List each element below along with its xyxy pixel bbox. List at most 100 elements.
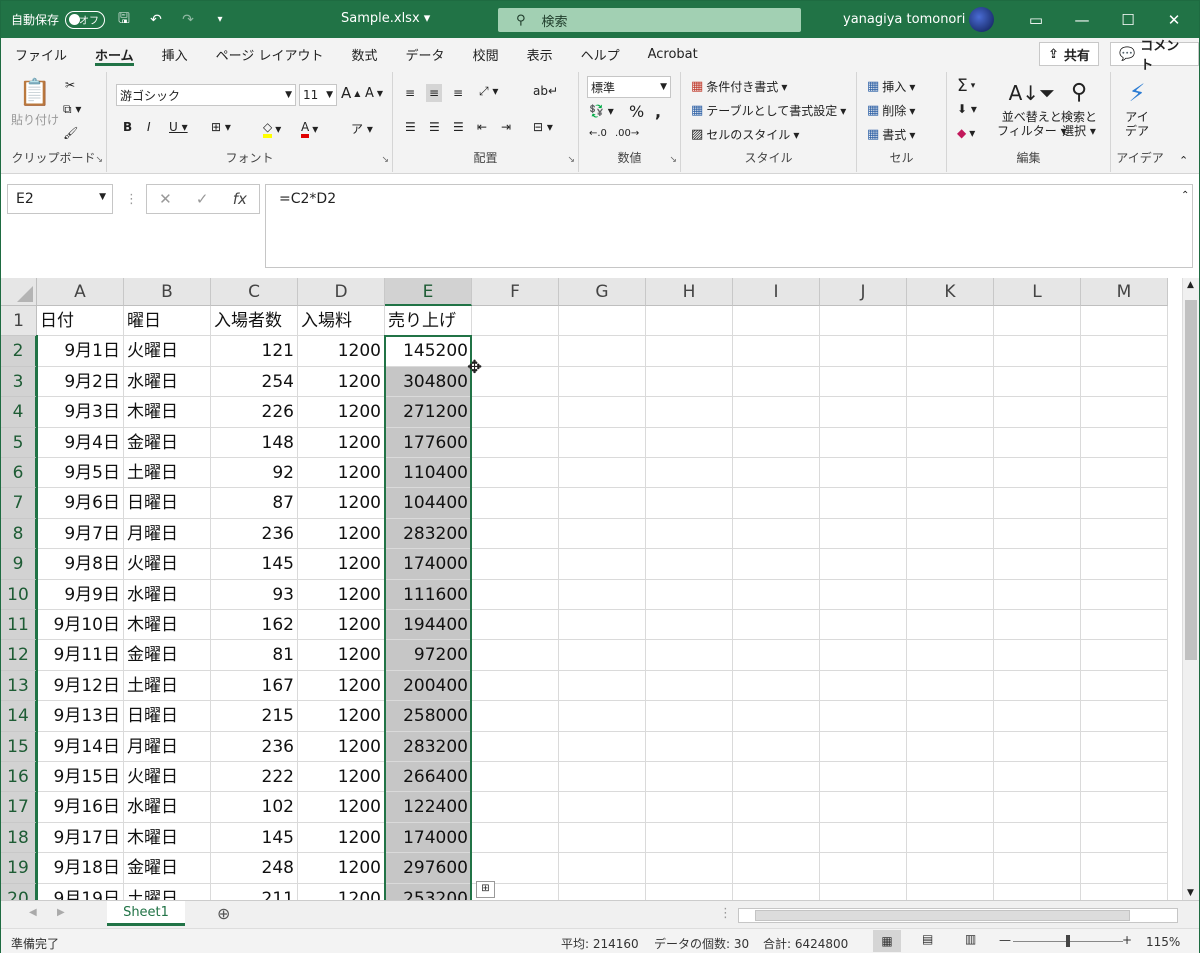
cell[interactable]: 236 — [211, 518, 298, 550]
cell[interactable]: 254 — [211, 366, 298, 398]
cell[interactable]: 水曜日 — [124, 366, 211, 398]
cell[interactable] — [472, 397, 559, 428]
sheet-tab[interactable]: Sheet1 — [107, 901, 185, 926]
cell[interactable] — [559, 366, 646, 398]
row-header[interactable]: 19 — [1, 853, 37, 884]
cell[interactable] — [1081, 427, 1168, 458]
cell[interactable]: 1200 — [298, 822, 385, 854]
autosum-icon[interactable]: Σ ▾ — [957, 76, 975, 96]
cell[interactable] — [733, 549, 820, 580]
cell[interactable]: 1200 — [298, 579, 385, 610]
cell[interactable] — [733, 306, 820, 337]
cell[interactable] — [820, 397, 907, 428]
dialog-launcher-icon[interactable]: ↘ — [669, 155, 677, 165]
cell[interactable]: 81 — [211, 640, 298, 671]
ribbon-display-icon[interactable]: ▭ — [1013, 1, 1059, 38]
cell[interactable] — [646, 306, 733, 337]
cell[interactable]: 304800 — [385, 366, 472, 398]
cell[interactable] — [994, 427, 1081, 458]
cell[interactable] — [994, 397, 1081, 428]
tab-3[interactable]: ページ レイアウト — [202, 38, 338, 70]
cell[interactable] — [1081, 731, 1168, 762]
cell[interactable] — [472, 549, 559, 580]
cell[interactable] — [907, 731, 994, 762]
cell[interactable] — [646, 731, 733, 762]
cell[interactable] — [472, 306, 559, 337]
undo-icon[interactable]: ↶ — [143, 7, 169, 33]
header-cell[interactable]: 入場料 — [298, 306, 385, 337]
orientation-icon[interactable]: ⤢ ▾ — [479, 84, 498, 99]
merge-center-icon[interactable]: ⊟ ▾ — [533, 120, 553, 134]
cell[interactable] — [733, 822, 820, 854]
cell[interactable] — [994, 701, 1081, 732]
name-box[interactable]: E2 ▼ — [7, 184, 113, 214]
cell[interactable] — [1081, 518, 1168, 550]
cell[interactable] — [1081, 549, 1168, 580]
cell[interactable] — [559, 701, 646, 732]
decrease-font-icon[interactable]: A ▼ — [365, 86, 383, 101]
cell[interactable] — [559, 883, 646, 900]
cell[interactable] — [559, 610, 646, 641]
cell[interactable] — [907, 822, 994, 854]
cell[interactable]: 9月3日 — [37, 397, 124, 428]
cell[interactable]: 9月8日 — [37, 549, 124, 580]
zoom-out-icon[interactable]: — — [999, 933, 1011, 947]
cell[interactable] — [907, 518, 994, 550]
cell[interactable] — [733, 366, 820, 398]
cell[interactable] — [820, 458, 907, 489]
underline-icon[interactable]: U ▾ — [169, 120, 188, 134]
cell[interactable] — [733, 792, 820, 823]
cell[interactable]: 1200 — [298, 366, 385, 398]
cell[interactable] — [472, 427, 559, 458]
drag-handle-icon[interactable]: ⋮ — [125, 192, 138, 207]
cell[interactable] — [820, 792, 907, 823]
tab-1[interactable]: ホーム — [81, 38, 148, 70]
cell[interactable] — [820, 670, 907, 702]
tab-6[interactable]: 校閲 — [459, 38, 513, 70]
header-cell[interactable]: 入場者数 — [211, 306, 298, 337]
cell[interactable]: 火曜日 — [124, 549, 211, 580]
column-header-b[interactable]: B — [124, 278, 211, 306]
cell[interactable]: 297600 — [385, 853, 472, 884]
cell[interactable]: 1200 — [298, 458, 385, 489]
cell[interactable]: 226 — [211, 397, 298, 428]
font-color-icon[interactable]: A ▾ — [301, 120, 318, 138]
cell[interactable] — [907, 397, 994, 428]
maximize-icon[interactable]: ☐ — [1105, 1, 1151, 38]
cell[interactable] — [646, 579, 733, 610]
cell[interactable]: 火曜日 — [124, 336, 211, 367]
cell[interactable]: 金曜日 — [124, 640, 211, 671]
enter-icon[interactable]: ✓ — [196, 190, 209, 208]
cell[interactable] — [733, 640, 820, 671]
cell[interactable] — [733, 579, 820, 610]
cell[interactable]: 土曜日 — [124, 670, 211, 702]
row-header[interactable]: 13 — [1, 670, 37, 702]
cell[interactable]: 174000 — [385, 822, 472, 854]
cell[interactable]: 1200 — [298, 610, 385, 641]
cell[interactable] — [733, 670, 820, 702]
row-header[interactable]: 12 — [1, 640, 37, 671]
cell[interactable] — [1081, 397, 1168, 428]
cell[interactable]: 248 — [211, 853, 298, 884]
cell[interactable] — [994, 731, 1081, 762]
cell[interactable]: 9月19日 — [37, 883, 124, 900]
cell[interactable]: 木曜日 — [124, 610, 211, 641]
cell[interactable]: 1200 — [298, 762, 385, 793]
row-header[interactable]: 9 — [1, 549, 37, 580]
cell[interactable] — [559, 306, 646, 337]
cell[interactable]: 174000 — [385, 549, 472, 580]
cell[interactable] — [646, 670, 733, 702]
page-layout-icon[interactable]: ▤ — [922, 932, 933, 946]
cell[interactable]: 110400 — [385, 458, 472, 489]
cell[interactable] — [994, 336, 1081, 367]
row-header[interactable]: 16 — [1, 762, 37, 793]
cell[interactable]: 145200 — [385, 336, 472, 367]
cell[interactable] — [472, 822, 559, 854]
column-header-i[interactable]: I — [733, 278, 820, 306]
tab-7[interactable]: 表示 — [513, 38, 567, 70]
cell[interactable]: 222 — [211, 762, 298, 793]
cell[interactable]: 1200 — [298, 792, 385, 823]
cell[interactable] — [559, 670, 646, 702]
paste-button[interactable]: 📋 貼り付け — [11, 78, 59, 128]
cell[interactable]: 87 — [211, 488, 298, 519]
